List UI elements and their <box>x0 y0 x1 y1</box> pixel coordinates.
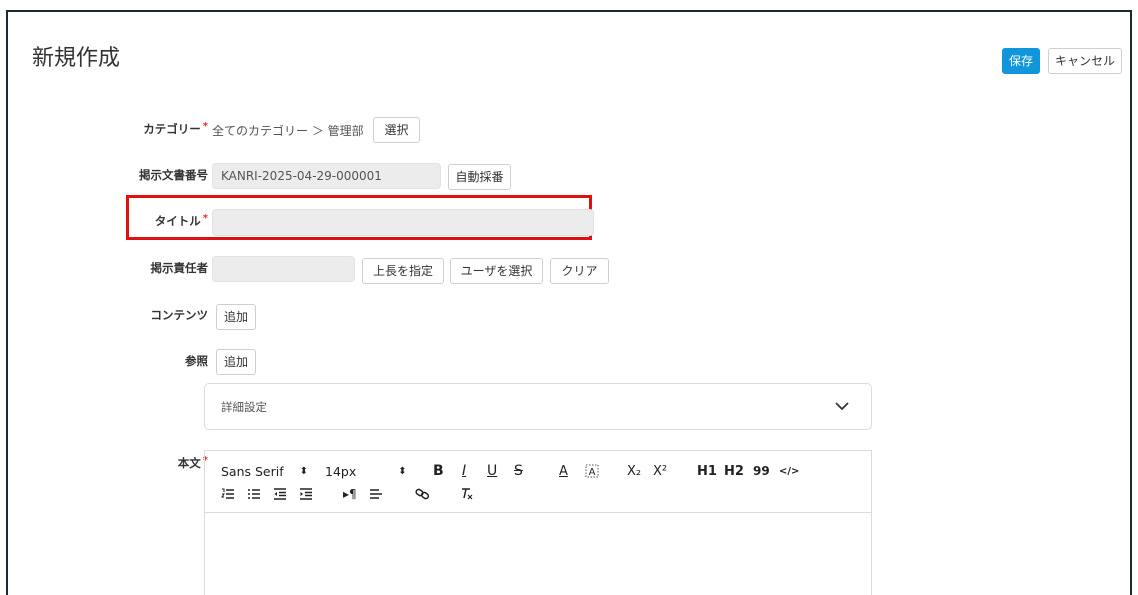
owner-label: 掲示責任者 <box>150 261 209 275</box>
superscript-icon[interactable]: X² <box>653 462 667 480</box>
save-button[interactable]: 保存 <box>1002 48 1040 74</box>
text-direction-icon[interactable]: ▸¶ <box>343 485 357 503</box>
ordered-list-icon[interactable] <box>221 485 235 503</box>
subscript-icon[interactable]: X₂ <box>627 462 641 480</box>
select-arrows-icon: ⬍ <box>398 465 407 477</box>
title-input[interactable] <box>212 209 594 236</box>
auto-number-button[interactable]: 自動採番 <box>448 164 511 190</box>
outdent-icon[interactable] <box>273 485 287 503</box>
owner-field[interactable] <box>212 256 355 282</box>
required-mark: * <box>202 213 208 224</box>
chevron-down-icon[interactable] <box>833 397 851 415</box>
doc-number-label: 掲示文書番号 <box>139 168 208 182</box>
editor-content-area[interactable] <box>205 513 871 595</box>
category-path: 全てのカテゴリー ＞ 管理部 <box>212 124 364 138</box>
code-icon[interactable]: </> <box>779 462 799 480</box>
bullet-list-icon[interactable] <box>247 485 261 503</box>
cancel-button[interactable]: キャンセル <box>1048 48 1122 74</box>
doc-number-field[interactable]: KANRI-2025-04-29-000001 <box>212 163 441 189</box>
editor-toolbar: Sans Serif ⬍ 14px ⬍ B I U S A A X₂ X² H1… <box>205 451 871 513</box>
clear-button[interactable]: クリア <box>550 258 609 284</box>
link-icon[interactable] <box>415 485 430 503</box>
reference-label: 参照 <box>185 354 208 368</box>
category-label: カテゴリー * <box>143 121 208 136</box>
strikethrough-icon[interactable]: S <box>514 462 523 480</box>
background-color-icon[interactable]: A <box>585 462 599 480</box>
align-icon[interactable] <box>369 485 383 503</box>
rich-text-editor: Sans Serif ⬍ 14px ⬍ B I U S A A X₂ X² H1… <box>204 450 872 595</box>
indent-icon[interactable] <box>299 485 313 503</box>
advanced-settings-accordion[interactable]: 詳細設定 <box>204 383 872 430</box>
font-family-select[interactable]: Sans Serif ⬍ <box>221 462 308 480</box>
heading1-icon[interactable]: H1 <box>697 462 717 480</box>
reference-add-button[interactable]: 追加 <box>216 349 256 375</box>
contents-label: コンテンツ <box>150 308 209 322</box>
title-label: タイトル * <box>154 213 208 228</box>
specify-superior-button[interactable]: 上長を指定 <box>362 258 444 284</box>
font-family-value: Sans Serif <box>221 463 284 479</box>
select-user-button[interactable]: ユーザを選択 <box>450 258 543 284</box>
blockquote-icon[interactable]: 99 <box>753 462 770 480</box>
bold-icon[interactable]: B <box>433 462 444 480</box>
heading2-icon[interactable]: H2 <box>724 462 744 480</box>
category-select-button[interactable]: 選択 <box>373 117 420 143</box>
font-size-value: 14px <box>325 463 357 479</box>
font-size-select[interactable]: 14px ⬍ <box>325 462 407 480</box>
page-title: 新規作成 <box>32 46 121 71</box>
svg-text:A: A <box>589 467 596 478</box>
advanced-settings-label: 詳細設定 <box>221 400 267 414</box>
clear-format-icon[interactable] <box>459 485 474 503</box>
contents-add-button[interactable]: 追加 <box>216 304 256 330</box>
italic-icon[interactable]: I <box>462 462 466 480</box>
select-arrows-icon: ⬍ <box>299 465 309 477</box>
underline-icon[interactable]: U <box>487 462 497 480</box>
text-color-icon[interactable]: A <box>559 462 568 480</box>
required-mark: * <box>202 121 208 132</box>
